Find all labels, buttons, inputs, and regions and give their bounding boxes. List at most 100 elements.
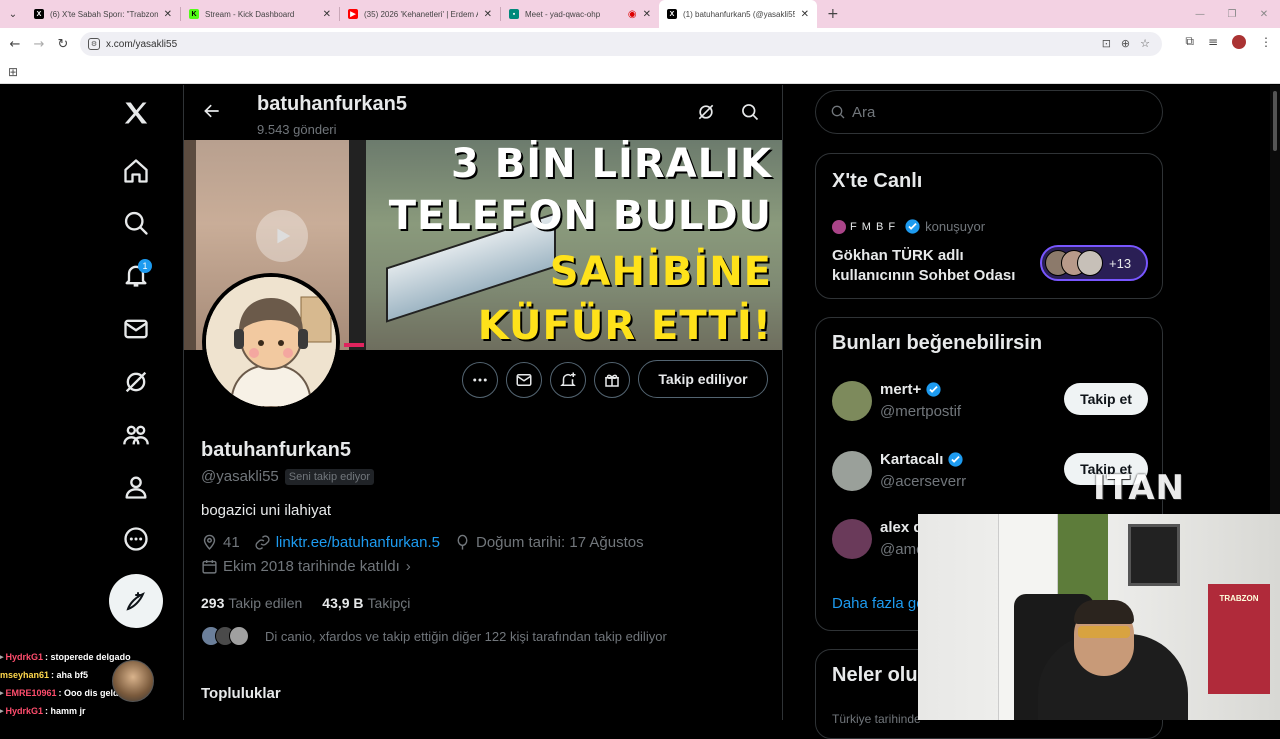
show-more-link[interactable]: Daha fazla gö: [832, 595, 925, 612]
maximize-icon[interactable]: ❐: [1216, 9, 1248, 20]
webcam-glasses: [1078, 626, 1130, 638]
communities-title: Topluluklar: [201, 685, 281, 702]
following-count-link[interactable]: 293 Takip edilen: [201, 595, 302, 611]
zoom-icon[interactable]: ⊕: [1121, 37, 1130, 50]
chat-message: : stoperede delgado: [45, 652, 131, 662]
suggestion-item[interactable]: mert+ @mertpostif Takip et: [832, 381, 1152, 425]
suggestion-name-row: mert+: [880, 381, 942, 398]
followers-count: 43,9 B: [322, 595, 364, 611]
followers-count-link[interactable]: 43,9 B Takipçi: [322, 595, 410, 611]
search-placeholder: Ara: [852, 103, 876, 121]
url-text[interactable]: x.com/yasakli55: [106, 39, 177, 50]
tab-search-icon[interactable]: ⌄: [0, 0, 26, 28]
back-arrow-icon[interactable]: [202, 101, 222, 126]
suggestion-handle: @mertpostif: [880, 403, 962, 420]
avatar: [832, 451, 872, 491]
browser-tab-bar: ⌄ X (6) X'te Sabah Sporı: "Trabzonspor ✕…: [0, 0, 1280, 28]
address-bar[interactable]: ⚙ x.com/yasakli55 ⊡ ⊕ ☆: [80, 32, 1162, 56]
kick-icon: K: [189, 9, 199, 19]
close-window-icon[interactable]: ✕: [1248, 9, 1280, 20]
site-info-icon[interactable]: ⚙: [88, 38, 100, 50]
joined-text: Ekim 2018 tarihinde katıldı: [223, 558, 400, 575]
birthday-text: Doğum tarihi: 17 Ağustos: [475, 534, 644, 551]
chat-username: mseyhan61: [0, 670, 50, 680]
browser-tab[interactable]: X (6) X'te Sabah Sporı: "Trabzonspor ✕: [26, 0, 180, 28]
close-tab-icon[interactable]: ✕: [801, 9, 809, 20]
website-item[interactable]: linktr.ee/batuhanfurkan.5: [254, 534, 440, 551]
follow-button[interactable]: Takip et: [1064, 383, 1148, 415]
followed-by-row[interactable]: Di canio, xfardos ve takip ettiğin diğer…: [201, 626, 667, 646]
explore-search-icon[interactable]: [114, 201, 158, 245]
avatar: [832, 519, 872, 559]
live-room-title[interactable]: Gökhan TÜRK adlı kullanıcının Sohbet Oda…: [832, 246, 1032, 286]
media-icon[interactable]: ≡: [1208, 35, 1218, 49]
avatar: [229, 626, 249, 646]
browser-tab[interactable]: K Stream - Kick Dashboard ✕: [181, 0, 339, 28]
chat-message: : hamm jr: [45, 706, 86, 716]
bookmark-star-icon[interactable]: ☆: [1140, 37, 1150, 50]
new-tab-icon[interactable]: +: [827, 6, 839, 22]
browser-tab[interactable]: ▪ Meet - yad-qwac-ohp ◉ ✕: [501, 0, 659, 28]
x-logo-icon[interactable]: [114, 91, 158, 135]
menu-icon[interactable]: ⋮: [1260, 35, 1272, 49]
gift-button[interactable]: [594, 362, 630, 398]
tab-title: Meet - yad-qwac-ohp: [525, 9, 601, 19]
browser-tab[interactable]: ▶ (35) 2026 'Kehanetleri' | Erdem A ✕: [340, 0, 500, 28]
banner-edge: [184, 140, 196, 350]
header-posts-count: 9.543 gönderi: [257, 122, 337, 137]
link-icon: [255, 535, 270, 550]
forward-icon[interactable]: →: [27, 37, 51, 52]
search-input[interactable]: Ara: [815, 90, 1163, 134]
balloon-icon: [457, 534, 468, 550]
bell-plus-icon: [560, 372, 576, 386]
verified-badge-icon: [905, 219, 920, 234]
home-icon[interactable]: [114, 149, 158, 193]
close-tab-icon[interactable]: ✕: [164, 9, 172, 20]
website-link[interactable]: linktr.ee/batuhanfurkan.5: [276, 534, 440, 551]
headline-line: 3 BİN LİRALIK: [450, 141, 772, 187]
notifications-bell-icon[interactable]: 1: [114, 253, 158, 297]
joined-item[interactable]: Ekim 2018 tarihinde katıldı ›: [201, 558, 411, 575]
webcam-jersey-frame: TRABZON: [1208, 584, 1270, 694]
reload-icon[interactable]: ↻: [51, 37, 75, 52]
banner-headline: 3 BİN LİRALIK TELEFON BULDU SAHİBİNE KÜF…: [389, 144, 772, 346]
communities-icon[interactable]: [114, 413, 158, 457]
messages-icon[interactable]: [114, 307, 158, 351]
recording-icon: ◉: [627, 8, 637, 20]
following-button[interactable]: Takip ediliyor: [638, 360, 768, 398]
search-icon[interactable]: [740, 102, 760, 127]
profile-meta: 41 linktr.ee/batuhanfurkan.5 Doğum tarih…: [201, 534, 658, 551]
avatar: [1077, 250, 1103, 276]
extensions-icon[interactable]: ⧉: [1185, 34, 1194, 49]
jersey-text: TRABZON: [1219, 594, 1259, 603]
back-icon[interactable]: ←: [3, 37, 27, 52]
minimize-icon[interactable]: —: [1184, 9, 1216, 20]
grok-icon[interactable]: [114, 360, 158, 404]
headline-line: SAHİBİNE: [549, 249, 772, 295]
calendar-icon: [202, 560, 217, 574]
scrollbar-thumb[interactable]: [1273, 91, 1277, 151]
close-tab-icon[interactable]: ✕: [323, 9, 331, 20]
subscribe-notify-button[interactable]: [550, 362, 586, 398]
profile-icon[interactable]: [114, 465, 158, 509]
browser-tab-active[interactable]: X (1) batuhanfurkan5 (@yasakli55 ✕: [659, 0, 817, 28]
message-button[interactable]: [506, 362, 542, 398]
chat-message: : aha bf5: [51, 670, 89, 680]
headline-line: KÜFÜR ETTİ!: [477, 303, 772, 349]
install-icon[interactable]: ⊡: [1102, 37, 1111, 50]
profile-avatar-icon[interactable]: [1232, 34, 1246, 49]
post-button[interactable]: [109, 574, 163, 628]
chat-bullet-icon: ▸: [0, 708, 4, 715]
tab-title: (6) X'te Sabah Sporı: "Trabzonspor: [50, 9, 158, 19]
live-listeners-pill[interactable]: +13: [1040, 245, 1148, 281]
tab-title: (1) batuhanfurkan5 (@yasakli55: [683, 9, 795, 19]
apps-icon[interactable]: ⊞: [8, 65, 18, 79]
banner-progress: [344, 343, 364, 347]
search-icon: [831, 105, 845, 119]
more-options-button[interactable]: [462, 362, 498, 398]
more-circle-icon[interactable]: [114, 517, 158, 561]
grok-icon[interactable]: [696, 102, 716, 127]
close-tab-icon[interactable]: ✕: [643, 9, 651, 20]
close-tab-icon[interactable]: ✕: [484, 9, 492, 20]
chat-username: HydrkG1: [5, 652, 44, 662]
